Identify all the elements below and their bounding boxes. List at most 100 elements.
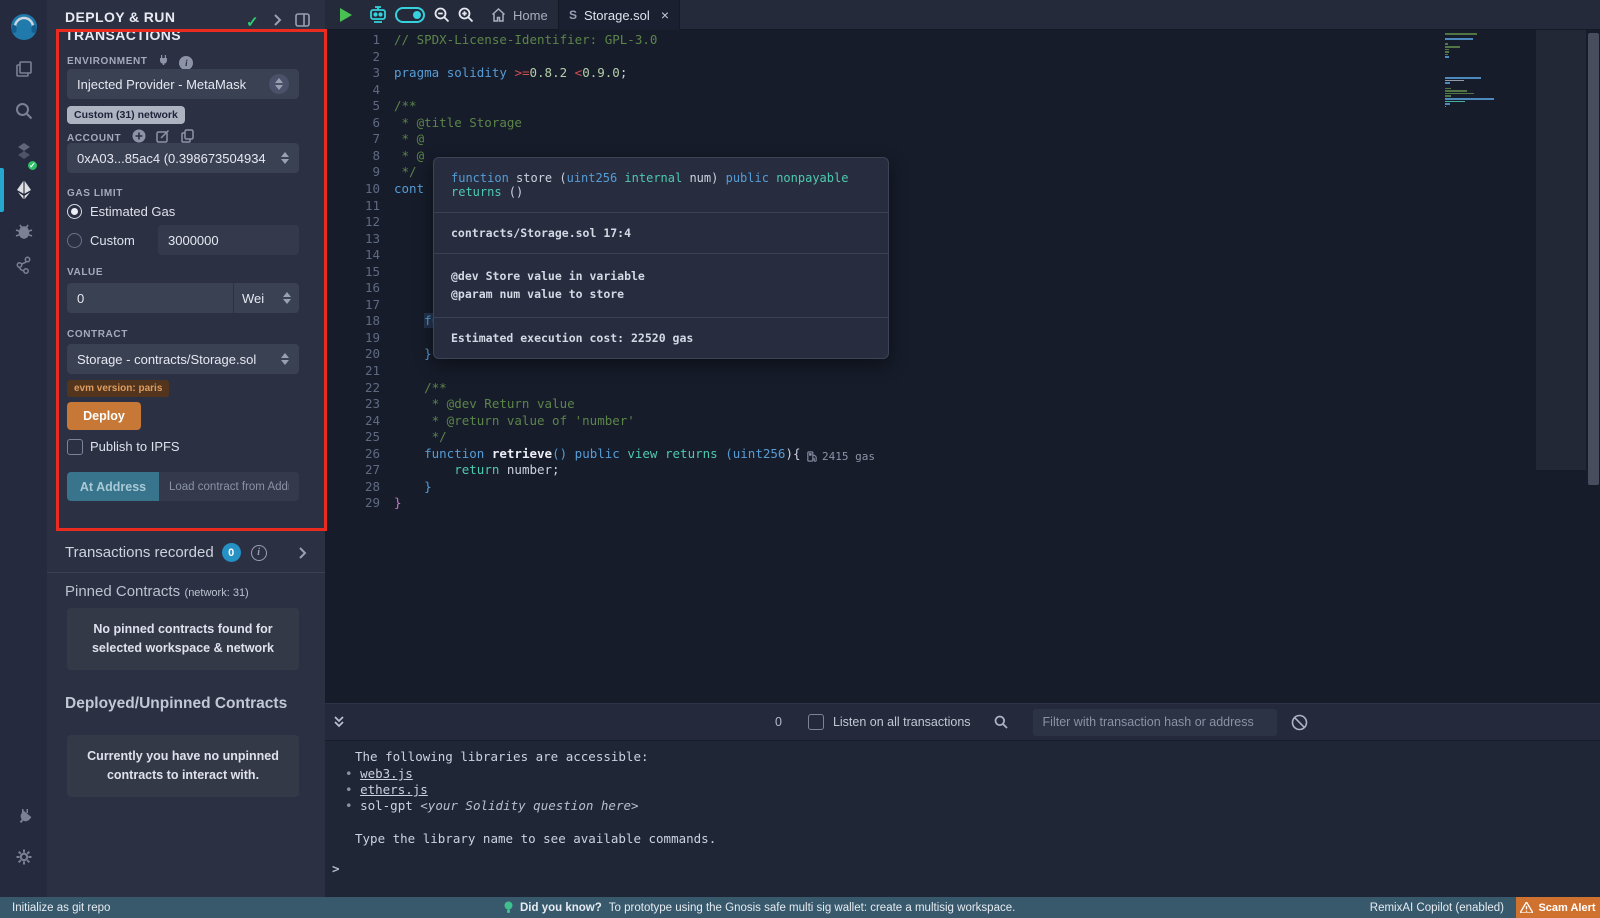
- file-explorer-icon[interactable]: [0, 52, 47, 86]
- sign-message-icon[interactable]: [156, 129, 170, 143]
- git-init-status[interactable]: Initialize as git repo: [12, 902, 110, 914]
- zoom-in-icon[interactable]: [457, 0, 475, 30]
- scam-alert-button[interactable]: Scam Alert: [1516, 897, 1600, 918]
- code-editor[interactable]: 1// SPDX-License-Identifier: GPL-3.023pr…: [325, 30, 1600, 703]
- contract-select[interactable]: Storage - contracts/Storage.sol: [67, 344, 299, 374]
- value-input[interactable]: [67, 283, 233, 313]
- minimap-line: [1445, 54, 1448, 56]
- tab-storage-sol[interactable]: S Storage.sol ×: [558, 0, 680, 30]
- debugger-icon[interactable]: [0, 214, 47, 248]
- clear-console-icon[interactable]: [1291, 714, 1308, 731]
- listen-all-transactions-label: Listen on all transactions: [833, 715, 971, 729]
- at-address-input[interactable]: [159, 472, 299, 501]
- env-ok-check-icon: ✓: [246, 13, 259, 31]
- environment-select[interactable]: Injected Provider - MetaMask: [67, 69, 299, 99]
- tooltip-docs: @dev Store value in variable@param num v…: [434, 254, 888, 318]
- transactions-recorded-row: Transactions recorded 0 i: [65, 543, 307, 562]
- value-label: VALUE: [67, 267, 103, 278]
- gas-limit-label: GAS LIMIT: [67, 188, 123, 199]
- copy-account-icon[interactable]: [181, 129, 194, 143]
- minimap-line: [1445, 103, 1450, 105]
- terminal-search-icon: [993, 714, 1009, 730]
- contract-label: CONTRACT: [67, 329, 128, 340]
- panel-title: DEPLOY & RUN TRANSACTIONS: [65, 8, 245, 44]
- minimap-line: [1445, 93, 1474, 95]
- transactions-recorded-label: Transactions recorded: [65, 544, 214, 561]
- tooltip-gas-cost: Estimated execution cost: 22520 gas: [434, 318, 888, 358]
- environment-label-row: ENVIRONMENT i: [67, 51, 193, 70]
- minimap-line: [1445, 80, 1464, 82]
- deploy-button[interactable]: Deploy: [67, 402, 141, 430]
- deploy-run-panel: DEPLOY & RUN TRANSACTIONS ✓ ENVIRONMENT …: [47, 0, 325, 897]
- account-select[interactable]: 0xA03...85ac4 (0.398673504934: [67, 143, 299, 173]
- minimap-line: [1445, 51, 1449, 53]
- listen-all-transactions-checkbox[interactable]: [808, 714, 824, 730]
- code-line: 1// SPDX-License-Identifier: GPL-3.0: [325, 31, 1600, 48]
- pinned-empty-message: No pinned contracts found for selected w…: [67, 608, 299, 670]
- terminal-link[interactable]: ethers.js: [360, 782, 428, 797]
- terminal-line: Type the library name to see available c…: [355, 831, 716, 846]
- publish-ipfs-checkbox[interactable]: [67, 439, 83, 455]
- minimap-viewport[interactable]: [1536, 30, 1586, 470]
- terminal-header: 0 Listen on all transactions: [325, 704, 1600, 741]
- copilot-status[interactable]: RemixAI Copilot (enabled): [1370, 902, 1504, 914]
- tip-text: To prototype using the Gnosis safe multi…: [609, 902, 1016, 914]
- tip-title: Did you know?: [520, 902, 602, 914]
- search-icon[interactable]: [0, 94, 47, 128]
- estimated-gas-radio[interactable]: [67, 204, 82, 219]
- ai-assistant-icon[interactable]: [367, 0, 389, 30]
- environment-info-icon[interactable]: i: [179, 56, 193, 70]
- code-line: 7 * @: [325, 130, 1600, 147]
- active-plugin-indicator: [0, 168, 4, 212]
- minimap-line: [1445, 43, 1448, 45]
- minimap-line: [1445, 98, 1494, 100]
- panel-forward-icon[interactable]: [273, 13, 282, 27]
- close-tab-icon[interactable]: ×: [661, 7, 669, 23]
- did-you-know-tip: Did you know? To prototype using the Gno…: [504, 901, 1015, 914]
- transaction-filter-input[interactable]: [1033, 709, 1277, 736]
- solidity-compiler-icon[interactable]: ✓: [0, 136, 47, 170]
- code-line: 3pragma solidity >=0.8.2 <0.9.0;: [325, 64, 1600, 81]
- pinned-contracts-header: Pinned Contracts (network: 31): [65, 583, 249, 601]
- environment-value: Injected Provider - MetaMask: [77, 77, 246, 92]
- run-script-icon[interactable]: [339, 0, 353, 30]
- terminal-prompt[interactable]: >: [332, 861, 340, 876]
- custom-gas-label: Custom: [90, 233, 135, 248]
- tooltip-signature: function store (uint256 internal num) pu…: [434, 158, 888, 213]
- copilot-toggle[interactable]: [395, 0, 425, 30]
- git-icon[interactable]: [0, 248, 47, 282]
- transactions-info-icon[interactable]: i: [251, 545, 267, 561]
- settings-gear-icon[interactable]: [0, 840, 47, 874]
- remix-logo[interactable]: [0, 6, 47, 52]
- minimap-line: [1445, 88, 1451, 90]
- minimap-line: [1445, 46, 1460, 48]
- icon-sidebar: ✓: [0, 0, 47, 897]
- custom-gas-radio[interactable]: [67, 233, 82, 248]
- unpinned-contracts-title: Deployed/Unpinned Contracts: [65, 695, 287, 713]
- code-line: 28 }: [325, 478, 1600, 495]
- minimap-line: [1445, 106, 1446, 108]
- transactions-expand-icon[interactable]: [298, 546, 307, 560]
- pinned-contracts-title: Pinned Contracts: [65, 583, 180, 600]
- terminal-link[interactable]: web3.js: [360, 766, 413, 781]
- contract-stepper-icon: [281, 353, 289, 365]
- deploy-run-icon[interactable]: [0, 172, 47, 208]
- tab-home[interactable]: Home: [477, 0, 562, 30]
- plugin-manager-icon[interactable]: [0, 800, 47, 834]
- tab-home-label: Home: [513, 8, 548, 23]
- at-address-button[interactable]: At Address: [67, 472, 159, 501]
- custom-gas-input[interactable]: [158, 225, 299, 255]
- code-line: 27 return number;: [325, 461, 1600, 478]
- value-unit-select[interactable]: Wei: [234, 291, 299, 306]
- tooltip-location: contracts/Storage.sol 17:4: [434, 213, 888, 254]
- collapse-terminal-icon[interactable]: [333, 715, 345, 729]
- editor-scrollbar[interactable]: [1588, 33, 1599, 485]
- editor-tabbar: Home S Storage.sol ×: [325, 0, 1600, 30]
- minimap-line: [1445, 77, 1481, 79]
- value-unit: Wei: [242, 291, 264, 306]
- contract-value: Storage - contracts/Storage.sol: [77, 352, 256, 367]
- add-account-icon[interactable]: [132, 129, 146, 143]
- code-line: 24 * @return value of 'number': [325, 412, 1600, 429]
- pin-panel-icon[interactable]: [295, 13, 310, 27]
- zoom-out-icon[interactable]: [433, 0, 451, 30]
